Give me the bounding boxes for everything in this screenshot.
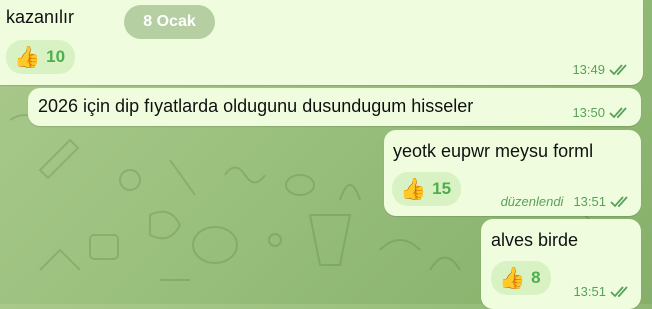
- message-bubble[interactable]: kazanılır 👍 10 13:49: [0, 0, 643, 85]
- message-meta: düzenlendi 13:51: [501, 194, 632, 209]
- reaction-button[interactable]: 👍 15: [392, 172, 462, 206]
- message-text: kazanılır: [6, 7, 75, 27]
- thumbs-up-icon: 👍: [400, 177, 427, 201]
- message-bubble[interactable]: yeotk eupwr meysu forml 👍 15 düzenlendi …: [384, 130, 641, 216]
- reaction-count: 8: [531, 268, 541, 287]
- reaction-count: 10: [46, 47, 66, 66]
- double-check-icon: [609, 106, 627, 118]
- double-check-icon: [610, 285, 628, 297]
- edited-label: düzenlendi: [500, 194, 564, 209]
- message-bubble[interactable]: 2026 için dip fıyatlarda oldugunu dusund…: [28, 88, 641, 126]
- reaction-button[interactable]: 👍 10: [6, 40, 76, 74]
- message-time: 13:51: [573, 194, 606, 209]
- thumbs-up-icon: 👍: [499, 266, 526, 290]
- reaction-count: 15: [432, 179, 452, 198]
- double-check-icon: [610, 195, 628, 207]
- message-time: 13:49: [572, 62, 605, 77]
- message-meta: 13:50: [572, 105, 631, 120]
- reaction-button[interactable]: 👍 8: [491, 261, 551, 295]
- message-meta: 13:49: [572, 62, 631, 77]
- date-separator: 8 Ocak: [124, 5, 215, 39]
- message-time: 13:50: [572, 105, 605, 120]
- message-text: 2026 için dip fıyatlarda oldugunu dusund…: [38, 96, 474, 116]
- message-bubble[interactable]: alves birde 👍 8 13:51: [481, 219, 641, 309]
- message-meta: 13:51: [573, 284, 632, 299]
- double-check-icon: [609, 63, 627, 75]
- message-text: yeotk eupwr meysu forml: [393, 141, 594, 161]
- thumbs-up-icon: 👍: [14, 45, 41, 69]
- message-text: alves birde: [491, 230, 579, 250]
- message-time: 13:51: [573, 284, 606, 299]
